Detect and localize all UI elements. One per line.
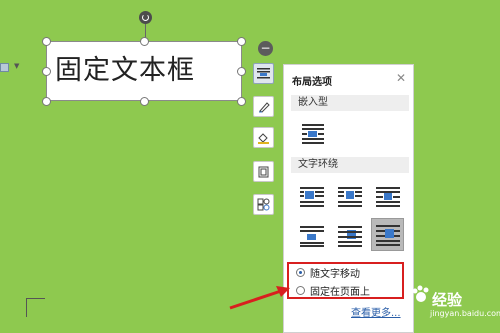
resize-handle[interactable] <box>42 67 51 76</box>
pen-icon <box>258 101 270 113</box>
resize-handle[interactable] <box>140 37 149 46</box>
highlight-box <box>287 262 404 299</box>
section-wrap-header: 文字环绕 <box>291 157 409 173</box>
resize-handle[interactable] <box>42 37 51 46</box>
shapes-icon <box>257 198 270 211</box>
watermark-text: 经验 <box>432 291 463 309</box>
in-front-of-text-button[interactable] <box>371 218 404 251</box>
shapes-button[interactable] <box>253 194 274 215</box>
close-icon[interactable]: ✕ <box>396 71 406 85</box>
collapse-button[interactable]: − <box>258 41 273 56</box>
square-wrap-icon <box>299 186 324 207</box>
through-wrap-icon <box>375 186 400 207</box>
resize-handle[interactable] <box>140 97 149 106</box>
square-wrap-button[interactable] <box>297 183 326 210</box>
layout-options-button[interactable] <box>253 63 274 84</box>
fill-button[interactable] <box>253 127 274 148</box>
watermark-url: jingyan.baidu.com <box>430 309 500 318</box>
behind-text-icon <box>337 225 362 247</box>
resize-handle[interactable] <box>237 97 246 106</box>
border-icon <box>258 166 269 177</box>
top-bottom-wrap-button[interactable] <box>297 222 326 249</box>
panel-title: 布局选项 <box>292 77 332 88</box>
tight-wrap-button[interactable] <box>335 183 364 210</box>
inline-wrap-button[interactable] <box>298 120 327 147</box>
fill-icon <box>258 132 269 144</box>
border-button[interactable] <box>253 161 274 182</box>
anchor-icon[interactable] <box>0 63 9 72</box>
in-front-of-text-icon <box>375 224 400 246</box>
page-corner-mark <box>26 298 45 317</box>
resize-handle[interactable] <box>237 37 246 46</box>
paw-icon <box>412 285 429 302</box>
see-more-link[interactable]: 查看更多... <box>351 304 401 319</box>
chevron-down-icon[interactable]: ▼ <box>14 62 19 70</box>
top-bottom-wrap-icon <box>299 225 324 247</box>
behind-text-button[interactable] <box>335 222 364 249</box>
pen-style-button[interactable] <box>253 96 274 117</box>
tight-wrap-icon <box>337 186 362 207</box>
red-arrow-icon <box>229 286 290 310</box>
inline-wrap-icon <box>301 123 324 144</box>
rotate-handle[interactable] <box>139 11 152 24</box>
resize-handle[interactable] <box>42 97 51 106</box>
through-wrap-button[interactable] <box>373 183 402 210</box>
layout-options-icon <box>257 68 270 79</box>
resize-handle[interactable] <box>237 67 246 76</box>
section-inline-header: 嵌入型 <box>291 95 409 111</box>
text-box-content[interactable]: 固定文本框 <box>55 48 195 87</box>
